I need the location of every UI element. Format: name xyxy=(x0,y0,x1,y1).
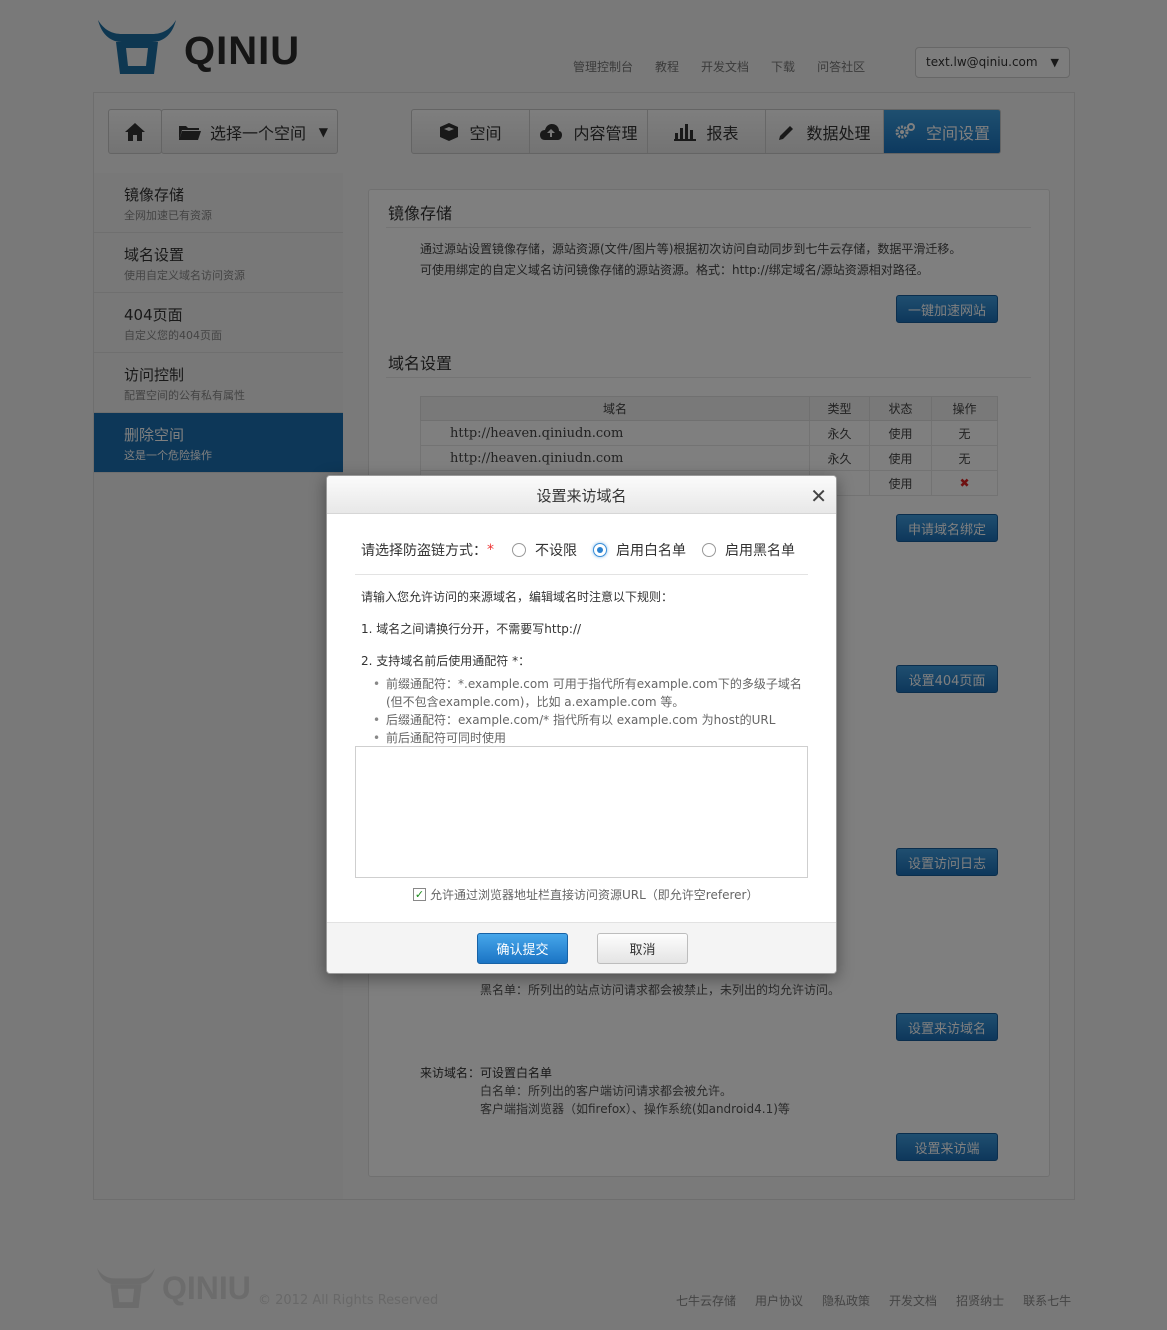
domain-list-input[interactable] xyxy=(355,746,808,878)
rule-1: 1. 域名之间请换行分开，不需要写http:// xyxy=(361,622,582,636)
radio-blacklist[interactable]: 启用黑名单 xyxy=(702,540,795,560)
anti-leech-mode: 请选择防盗链方式： * 不设限 启用白名单 启用黑名单 xyxy=(361,540,811,560)
allow-empty-referer-label: 允许通过浏览器地址栏直接访问资源URL（即允许空referer） xyxy=(430,888,759,902)
list-item: 前缀通配符：*.example.com 可用于指代所有example.com下的… xyxy=(373,675,802,693)
checkmark-icon: ✓ xyxy=(413,888,426,901)
modal-title: 设置来访域名 xyxy=(536,487,627,505)
radio-selected-icon xyxy=(593,543,607,557)
cancel-button[interactable]: 取消 xyxy=(597,933,688,964)
allow-empty-referer-checkbox[interactable]: ✓ 允许通过浏览器地址栏直接访问资源URL（即允许空referer） xyxy=(413,886,758,903)
wildcard-list: 前缀通配符：*.example.com 可用于指代所有example.com下的… xyxy=(373,675,802,747)
radio-whitelist[interactable]: 启用白名单 xyxy=(593,540,686,560)
list-item-continuation: (但不包含example.com)，比如 a.example.com 等。 xyxy=(386,695,685,709)
radio-icon xyxy=(512,543,526,557)
radio-label: 启用黑名单 xyxy=(725,543,795,559)
radio-icon xyxy=(702,543,716,557)
list-item: 前后通配符可同时使用 xyxy=(373,729,802,747)
list-item: 后缀通配符：example.com/* 指代所有以 example.com 为h… xyxy=(373,711,802,729)
referer-modal: 设置来访域名 ✕ 请选择防盗链方式： * 不设限 启用白名单 启用黑名单 请输入… xyxy=(326,475,837,974)
modal-footer: 确认提交 取消 xyxy=(327,922,836,973)
rule-2: 2. 支持域名前后使用通配符 *： xyxy=(361,654,531,668)
rules-intro: 请输入您允许访问的来源域名，编辑域名时注意以下规则： xyxy=(361,590,674,604)
rules-text: 请输入您允许访问的来源域名，编辑域名时注意以下规则： 1. 域名之间请换行分开，… xyxy=(361,588,802,747)
radio-no-limit[interactable]: 不设限 xyxy=(512,540,577,560)
radio-label: 启用白名单 xyxy=(616,543,686,559)
confirm-submit-button[interactable]: 确认提交 xyxy=(477,933,568,964)
required-mark: * xyxy=(487,542,494,558)
modal-header: 设置来访域名 ✕ xyxy=(327,476,836,514)
close-icon[interactable]: ✕ xyxy=(810,476,827,516)
divider xyxy=(355,574,808,575)
radio-label: 不设限 xyxy=(535,543,577,559)
anti-leech-label: 请选择防盗链方式： xyxy=(361,543,487,559)
